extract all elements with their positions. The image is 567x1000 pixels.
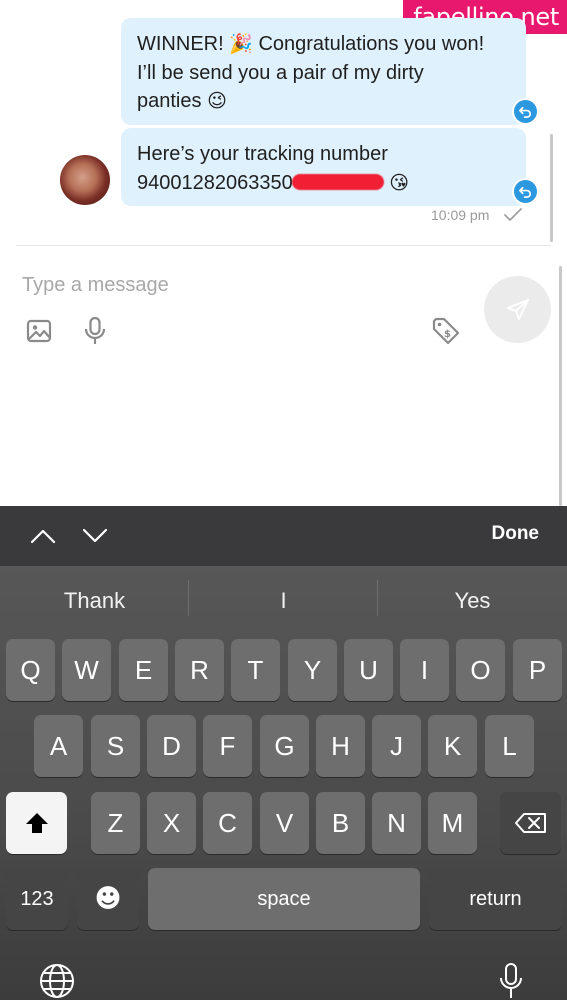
space-key[interactable]: space xyxy=(148,868,420,930)
undo-message-icon[interactable] xyxy=(512,98,539,125)
key-z[interactable]: Z xyxy=(91,792,140,854)
message-bubble-winner[interactable]: WINNER! 🎉 Congratulations you won! I’ll b… xyxy=(121,18,526,125)
key-i[interactable]: I xyxy=(400,639,449,701)
message-input[interactable] xyxy=(22,270,462,300)
key-g[interactable]: G xyxy=(260,715,309,777)
emoji-key[interactable]: ☻ xyxy=(77,868,139,930)
next-field-button[interactable] xyxy=(80,524,110,548)
kissing-face-emoji: 😘 xyxy=(389,171,410,194)
key-k[interactable]: K xyxy=(428,715,477,777)
previous-field-button[interactable] xyxy=(28,524,58,548)
key-e[interactable]: E xyxy=(119,639,168,701)
price-tag-icon[interactable]: $ xyxy=(431,316,461,346)
key-y[interactable]: Y xyxy=(288,639,337,701)
party-popper-emoji: 🎉 xyxy=(229,33,253,55)
key-s[interactable]: S xyxy=(91,715,140,777)
backspace-key[interactable] xyxy=(500,792,561,854)
key-n[interactable]: N xyxy=(372,792,421,854)
key-d[interactable]: D xyxy=(147,715,196,777)
send-icon xyxy=(506,298,529,320)
key-u[interactable]: U xyxy=(344,639,393,701)
return-key[interactable]: return xyxy=(429,868,562,930)
emoji-icon: ☻ xyxy=(94,884,122,914)
key-v[interactable]: V xyxy=(260,792,309,854)
numbers-key[interactable]: 123 xyxy=(6,868,68,930)
key-a[interactable]: A xyxy=(34,715,83,777)
microphone-icon[interactable] xyxy=(80,316,110,346)
key-j[interactable]: J xyxy=(372,715,421,777)
key-m[interactable]: M xyxy=(428,792,477,854)
chat-thread: WINNER! 🎉 Congratulations you won! I’ll b… xyxy=(0,0,567,246)
keyboard: Thank I Yes Q W E R T Y U I O P A S D F … xyxy=(0,566,567,1000)
backspace-icon xyxy=(514,813,546,833)
send-button[interactable] xyxy=(484,276,551,343)
suggestion-item[interactable]: Yes xyxy=(378,588,567,614)
key-f[interactable]: F xyxy=(203,715,252,777)
keyboard-toolbar: Done xyxy=(0,506,567,566)
key-t[interactable]: T xyxy=(231,639,280,701)
suggestion-item[interactable]: Thank xyxy=(0,588,189,614)
message-text: Here’s your tracking number 9400128206335… xyxy=(137,143,410,194)
read-check-icon xyxy=(503,207,523,228)
message-bubble-tracking[interactable]: Here’s your tracking number 9400128206335… xyxy=(121,128,526,206)
shift-key[interactable] xyxy=(6,792,67,854)
redaction-mark xyxy=(291,173,384,190)
predictive-bar: Thank I Yes xyxy=(0,566,567,636)
composer-scrollbar[interactable] xyxy=(559,266,562,506)
tracking-number: 94001282063350 xyxy=(137,171,293,194)
key-w[interactable]: W xyxy=(62,639,111,701)
message-text: WINNER! 🎉 Congratulations you won! I’ll b… xyxy=(137,33,485,112)
divider xyxy=(16,245,551,246)
svg-text:$: $ xyxy=(444,329,451,340)
undo-message-icon[interactable] xyxy=(512,178,539,205)
key-h[interactable]: H xyxy=(316,715,365,777)
dictation-microphone-icon[interactable] xyxy=(497,962,525,1000)
chevron-up-icon xyxy=(30,529,56,544)
image-icon[interactable] xyxy=(24,316,54,346)
message-timestamp: 10:09 pm xyxy=(431,207,490,223)
done-button[interactable]: Done xyxy=(492,523,540,545)
avatar[interactable] xyxy=(60,155,110,205)
key-b[interactable]: B xyxy=(316,792,365,854)
chat-scrollbar[interactable] xyxy=(550,134,553,242)
key-r[interactable]: R xyxy=(175,639,224,701)
key-l[interactable]: L xyxy=(485,715,534,777)
winking-face-emoji: 😉 xyxy=(207,90,227,112)
suggestion-item[interactable]: I xyxy=(189,588,378,614)
key-o[interactable]: O xyxy=(456,639,505,701)
shift-arrow-icon xyxy=(25,813,48,833)
chevron-down-icon xyxy=(82,528,108,543)
key-c[interactable]: C xyxy=(203,792,252,854)
key-p[interactable]: P xyxy=(513,639,562,701)
globe-icon[interactable] xyxy=(38,962,76,1000)
key-q[interactable]: Q xyxy=(6,639,55,701)
key-x[interactable]: X xyxy=(147,792,196,854)
